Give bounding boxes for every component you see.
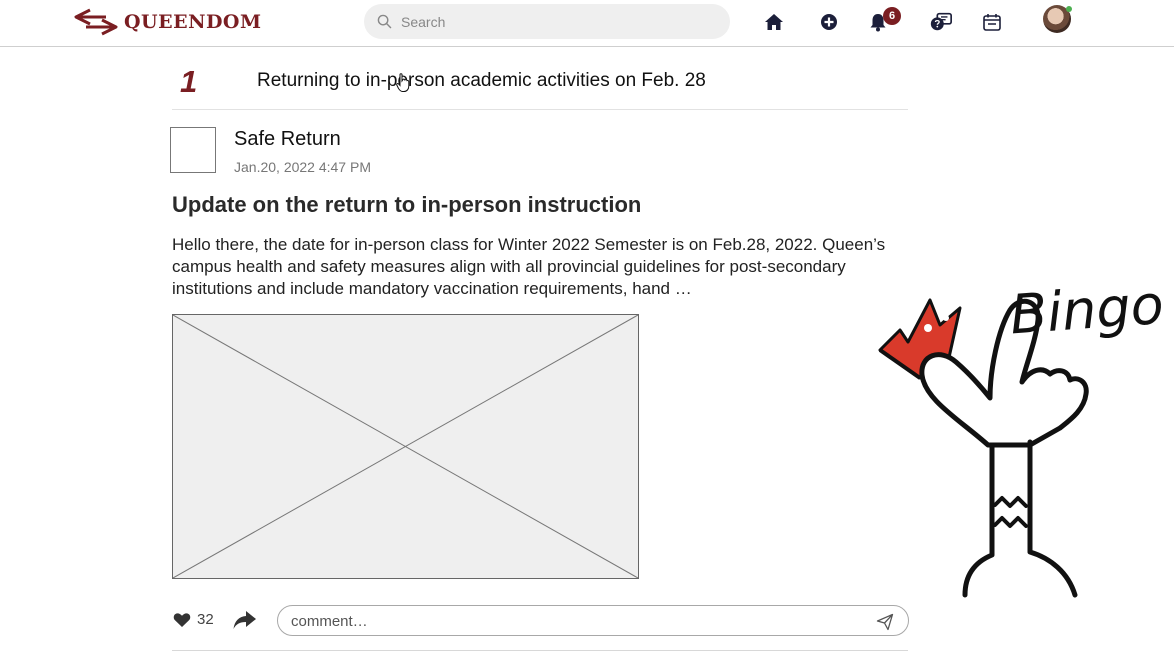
image-placeholder-icon (173, 315, 638, 578)
search-bar[interactable] (364, 4, 730, 39)
headline-rank: 1 (180, 64, 198, 99)
divider (172, 109, 908, 110)
calendar-icon[interactable] (980, 10, 1004, 34)
like-button[interactable] (172, 610, 192, 630)
search-input[interactable] (401, 13, 701, 30)
home-icon[interactable] (762, 10, 786, 34)
heart-icon (173, 613, 191, 627)
author-avatar-placeholder[interactable] (170, 127, 216, 173)
post-author[interactable]: Safe Return (234, 128, 341, 151)
chat-icon[interactable] (929, 10, 953, 34)
like-count: 32 (197, 611, 214, 628)
bingo-sticker: Bingo (878, 273, 1166, 598)
top-navigation-bar: QUEENDOM 6 (0, 0, 1174, 47)
post-body: Hello there, the date for in-person clas… (172, 235, 886, 298)
comment-input[interactable] (291, 611, 851, 631)
send-icon[interactable] (876, 613, 894, 631)
hand-cursor-icon (396, 73, 410, 92)
online-status-dot (1066, 6, 1072, 12)
add-circle-icon[interactable] (817, 10, 841, 34)
divider (172, 650, 908, 651)
headline-link[interactable]: Returning to in-person academic activiti… (257, 70, 706, 92)
sticker-text: Bingo (1008, 273, 1166, 347)
comment-box[interactable] (277, 605, 909, 636)
search-icon (377, 14, 393, 30)
post-title[interactable]: Update on the return to in-person instru… (172, 192, 641, 218)
swap-arrows-icon (74, 8, 118, 36)
queendom-logo[interactable]: QUEENDOM (72, 6, 262, 38)
logo-text: QUEENDOM (124, 11, 262, 33)
post-image-placeholder[interactable] (172, 314, 639, 579)
share-icon[interactable] (232, 607, 258, 633)
notification-badge: 6 (883, 7, 901, 25)
post-date: Jan.20, 2022 4:47 PM (234, 159, 371, 175)
